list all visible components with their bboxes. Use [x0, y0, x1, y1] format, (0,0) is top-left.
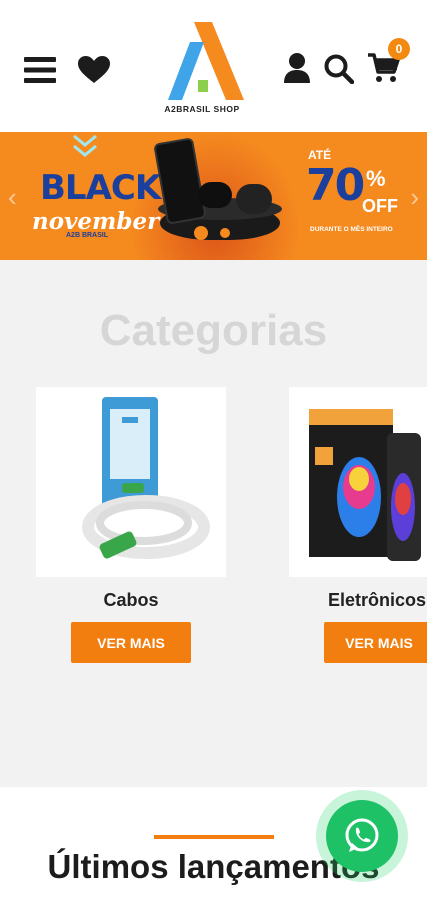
chevron-right-icon[interactable]: › — [410, 182, 419, 213]
category-image-eletronicos[interactable] — [289, 387, 427, 577]
categories-title: Categorias — [99, 306, 328, 355]
search-icon[interactable] — [322, 52, 356, 86]
category-image-cabos[interactable] — [36, 387, 226, 577]
banner-percent-sign: % — [366, 166, 386, 191]
cart-count-badge: 0 — [388, 38, 410, 60]
ver-mais-button[interactable]: VER MAIS — [71, 622, 191, 663]
heart-icon[interactable] — [76, 52, 112, 88]
earbuds-image — [198, 182, 232, 208]
promo-banner[interactable]: ‹ › BLACK november A2B BRASIL ATÉ 70 % O… — [0, 132, 427, 260]
speaker-dot — [194, 226, 208, 240]
banner-black-text: BLACK — [40, 168, 161, 208]
section-divider — [154, 835, 274, 839]
chevron-down-icon — [73, 134, 97, 157]
earbuds-case-image — [236, 184, 272, 214]
banner-november-text: november — [32, 208, 160, 235]
site-header: A2BRASIL SHOP 0 — [0, 0, 427, 132]
banner-off-text: OFF — [362, 196, 398, 216]
user-icon[interactable] — [280, 50, 314, 86]
banner-percent-text: 70 — [306, 160, 365, 211]
logo-text: A2BRASIL SHOP — [164, 104, 240, 114]
whatsapp-icon[interactable] — [326, 800, 398, 872]
banner-brand-text: A2B BRASIL — [66, 232, 109, 239]
chevron-left-icon[interactable]: ‹ — [8, 182, 17, 213]
ver-mais-button[interactable]: VER MAIS — [324, 622, 427, 663]
menu-icon[interactable] — [22, 52, 58, 88]
category-label[interactable]: Cabos — [36, 590, 226, 611]
whatsapp-button[interactable] — [316, 790, 408, 882]
category-label[interactable]: Eletrônicos — [328, 590, 427, 611]
speaker-dot — [220, 228, 230, 238]
banner-durante-text: DURANTE O MÊS INTEIRO — [310, 226, 393, 233]
